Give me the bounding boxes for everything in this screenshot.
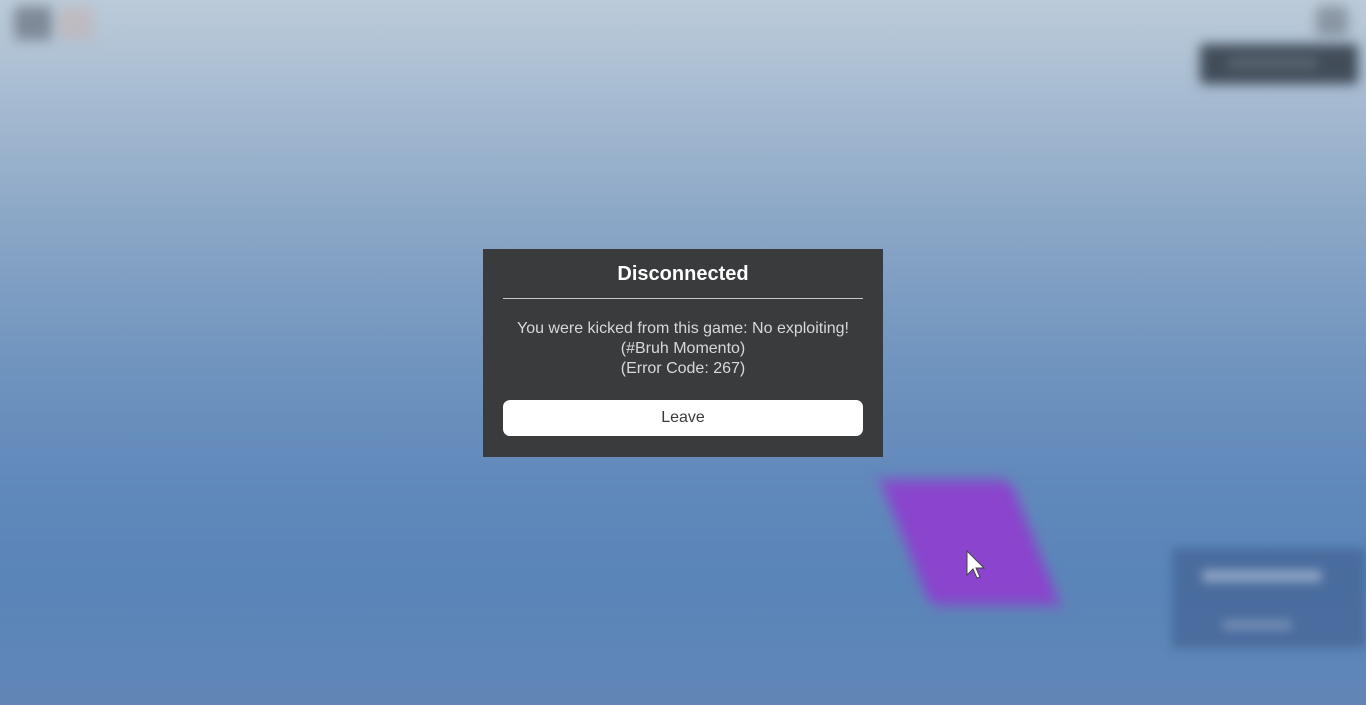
- dialog-title: Disconnected: [503, 249, 863, 299]
- settings-icon[interactable]: [1316, 6, 1348, 36]
- leave-button[interactable]: Leave: [503, 400, 863, 436]
- purple-part: [880, 480, 1061, 605]
- disconnected-dialog: Disconnected You were kicked from this g…: [483, 249, 883, 457]
- message-line-error-code: (Error Code: 267): [620, 360, 746, 377]
- message-line-detail: (#Bruh Momento): [620, 340, 746, 357]
- message-line-reason: You were kicked from this game: No explo…: [516, 320, 849, 337]
- chat-icon[interactable]: [58, 6, 94, 40]
- mouse-pointer-icon: [966, 550, 986, 579]
- player-list-header-text: [1228, 58, 1318, 68]
- blurred-ui-panel: [1172, 548, 1366, 648]
- dialog-message: You were kicked from this game: No explo…: [503, 319, 863, 379]
- roblox-menu-icon[interactable]: [14, 6, 52, 40]
- player-list-header: [1200, 44, 1358, 84]
- blurred-panel-text: [1202, 570, 1322, 582]
- blurred-panel-subtext: [1222, 620, 1292, 630]
